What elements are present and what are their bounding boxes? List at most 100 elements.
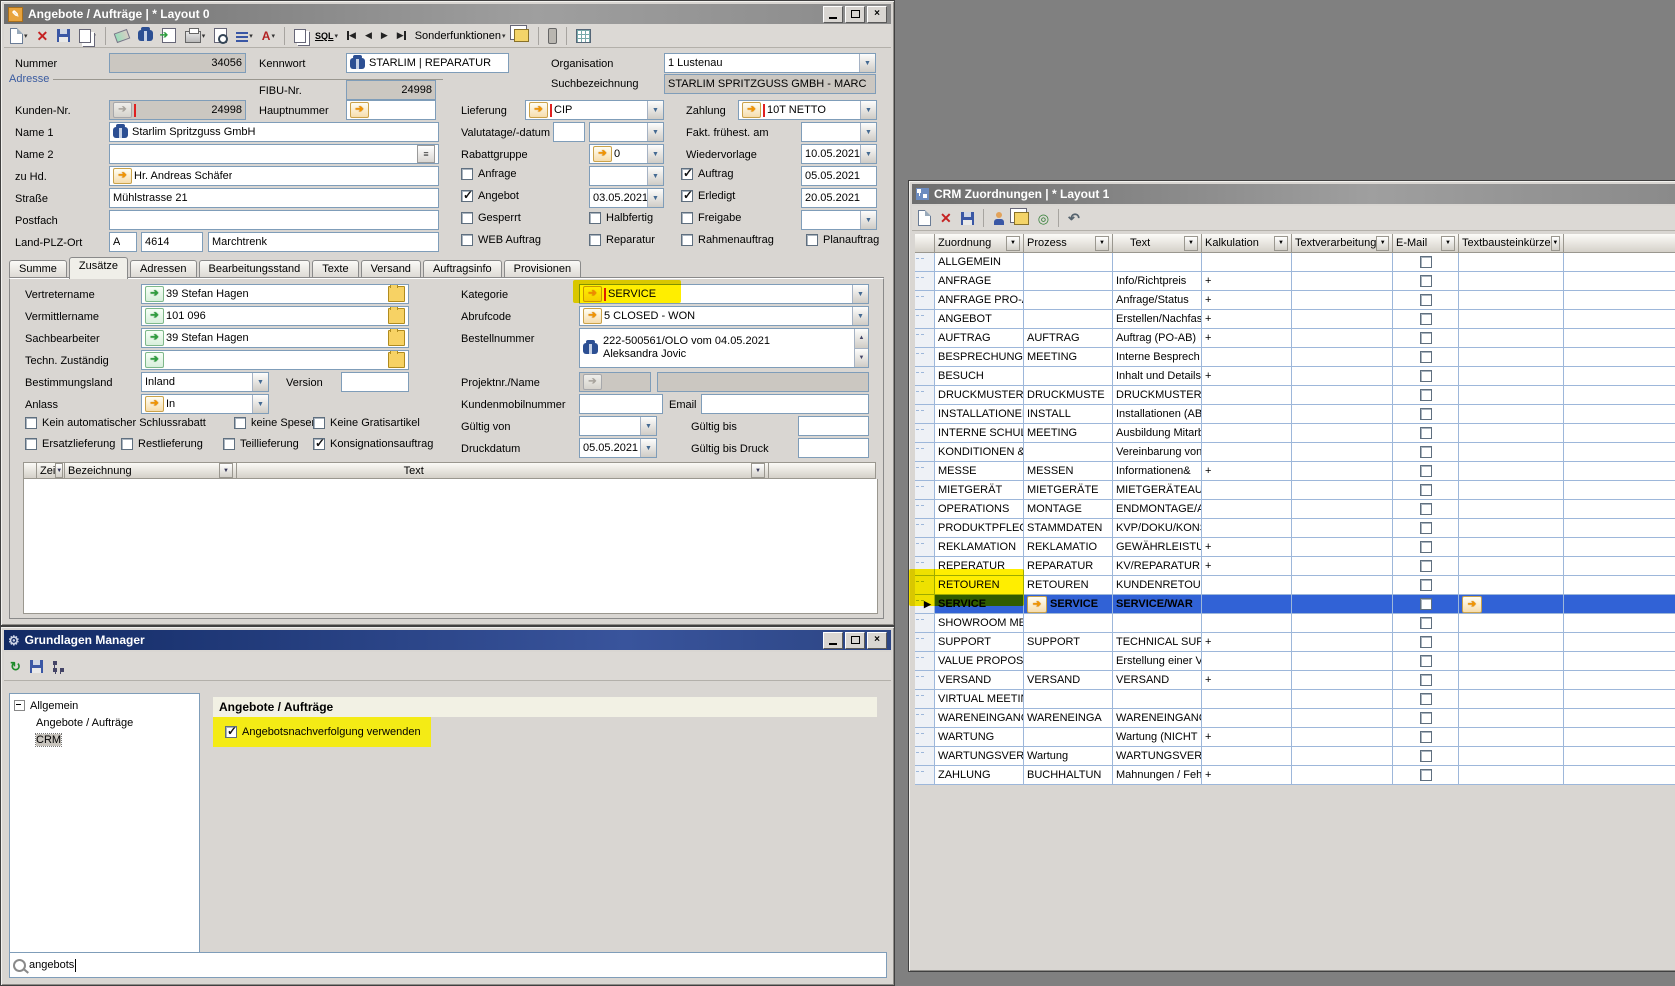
prozess-cell[interactable]: ➔MEETING	[1024, 424, 1113, 443]
email-cell[interactable]	[1393, 576, 1459, 595]
dropdown-icon[interactable]: ▼	[852, 307, 868, 325]
row-marker-cell[interactable]: ▶	[915, 405, 935, 424]
text-cell[interactable]	[1113, 614, 1202, 633]
zuordnung-cell[interactable]: MIETGERÄT	[935, 481, 1024, 500]
projektname-field[interactable]	[657, 372, 869, 392]
fakt-fruehest-field[interactable]: ▼	[801, 122, 877, 142]
table-row[interactable]: ▶ VIRTUAL MEETIN ➔ ➔	[915, 690, 1675, 709]
email-cell[interactable]	[1393, 348, 1459, 367]
kalkulation-cell[interactable]	[1202, 481, 1292, 500]
textverarbeitung-cell[interactable]	[1292, 690, 1393, 709]
header-prozess[interactable]: Prozess▼	[1024, 234, 1113, 253]
zuordnung-cell[interactable]: VALUE PROPOSIT	[935, 652, 1024, 671]
row-marker-cell[interactable]: ▶	[915, 766, 935, 785]
header-email[interactable]: E-Mail▼	[1393, 234, 1459, 253]
kundenmobilnummer-field[interactable]	[579, 394, 663, 414]
dropdown-icon[interactable]: ▼	[647, 189, 663, 207]
row-marker-cell[interactable]: ▶	[915, 671, 935, 690]
planauftrag-checkbox[interactable]	[806, 234, 818, 246]
dropdown-icon[interactable]: ▼	[860, 211, 876, 229]
kalkulation-cell[interactable]	[1202, 500, 1292, 519]
email-cell[interactable]	[1393, 291, 1459, 310]
kalkulation-cell[interactable]: +	[1202, 272, 1292, 291]
table-row[interactable]: ▶ BESPRECHUNG ➔MEETING Interne Besprech …	[915, 348, 1675, 367]
zuordnung-cell[interactable]: BESUCH	[935, 367, 1024, 386]
prozess-cell[interactable]: ➔MEETING	[1024, 348, 1113, 367]
prozess-cell[interactable]: ➔	[1024, 272, 1113, 291]
table-row[interactable]: ▶ SERVICE ➔SERVICE SERVICE/WAR ➔	[915, 595, 1675, 614]
web-auftrag-checkbox[interactable]	[461, 234, 473, 246]
phone-button[interactable]	[545, 25, 560, 47]
zuordnung-cell[interactable]: ANFRAGE	[935, 272, 1024, 291]
dropdown-icon[interactable]: ▼	[640, 439, 656, 457]
konsignationsauftrag-checkbox[interactable]	[313, 438, 325, 450]
dropdown-icon[interactable]: ▼	[640, 417, 656, 435]
target-button[interactable]: ◎	[1035, 209, 1052, 228]
text-cell[interactable]: Inhalt und Details	[1113, 367, 1202, 386]
header-textbausteinkuerzel[interactable]: Textbausteinkürze▼	[1459, 234, 1564, 253]
kalkulation-cell[interactable]	[1202, 747, 1292, 766]
table-row[interactable]: ▶ ALLGEMEIN ➔ ➔	[915, 253, 1675, 272]
table-row[interactable]: ▶ VERSAND ➔VERSAND VERSAND + ➔	[915, 671, 1675, 690]
prozess-cell[interactable]: ➔DRUCKMUSTE	[1024, 386, 1113, 405]
reparatur-checkbox[interactable]	[589, 234, 601, 246]
textverarbeitung-cell[interactable]	[1292, 310, 1393, 329]
lookup-arrow-icon[interactable]: ➔	[593, 146, 612, 162]
kalkulation-cell[interactable]	[1202, 690, 1292, 709]
maximize-button[interactable]	[845, 632, 865, 649]
table-row[interactable]: ▶ ANGEBOT ➔ Erstellen/Nachfas + ➔	[915, 310, 1675, 329]
email-checkbox[interactable]	[1420, 712, 1432, 724]
plz-field[interactable]: 4614	[141, 232, 203, 252]
row-marker-cell[interactable]: ▶	[915, 310, 935, 329]
prozess-cell[interactable]: ➔SUPPORT	[1024, 633, 1113, 652]
kalkulation-cell[interactable]: +	[1202, 633, 1292, 652]
email-cell[interactable]	[1393, 272, 1459, 291]
table-row[interactable]: ▶ AUFTRAG ➔AUFTRAG Auftrag (PO-AB) + ➔	[915, 329, 1675, 348]
text-cell[interactable]: Installationen (AB	[1113, 405, 1202, 424]
text-cell[interactable]: Auftrag (PO-AB)	[1113, 329, 1202, 348]
close-button[interactable]: ×	[867, 6, 887, 23]
textbaustein-cell[interactable]: ➔	[1459, 291, 1564, 310]
anlass-field[interactable]: ➔In▼	[141, 394, 269, 414]
textbaustein-cell[interactable]: ➔	[1459, 367, 1564, 386]
nummer-field[interactable]: 34056	[109, 53, 246, 73]
window-stack-button[interactable]	[511, 26, 532, 45]
dropdown-icon[interactable]: ▼	[252, 395, 268, 413]
tab[interactable]: Adressen	[130, 260, 196, 279]
kalkulation-cell[interactable]: +	[1202, 462, 1292, 481]
zuordnung-cell[interactable]: WARENEINGANG	[935, 709, 1024, 728]
zuordnung-cell[interactable]: REKLAMATION	[935, 538, 1024, 557]
textverarbeitung-cell[interactable]	[1292, 728, 1393, 747]
zuordnung-cell[interactable]: KONDITIONEN &	[935, 443, 1024, 462]
ort-field[interactable]: Marchtrenk	[208, 232, 439, 252]
textbaustein-cell[interactable]: ➔	[1459, 348, 1564, 367]
folder-icon[interactable]	[388, 352, 405, 368]
row-marker-cell[interactable]: ▶	[915, 481, 935, 500]
row-marker-cell[interactable]: ▶	[915, 614, 935, 633]
textverarbeitung-cell[interactable]	[1292, 253, 1393, 272]
email-cell[interactable]	[1393, 386, 1459, 405]
sachbearbeiter-field[interactable]: ➔39 Stefan Hagen	[141, 328, 409, 348]
titlebar-grundlagen[interactable]: ⚙ Grundlagen Manager ×	[4, 630, 891, 650]
prozess-cell[interactable]: ➔BUCHHALTUN	[1024, 766, 1113, 785]
text-cell[interactable]: KVP/DOKU/KONS	[1113, 519, 1202, 538]
table-row[interactable]: ▶ DRUCKMUSTER ➔DRUCKMUSTE DRUCKMUSTER [ …	[915, 386, 1675, 405]
textverarbeitung-cell[interactable]	[1292, 462, 1393, 481]
email-checkbox[interactable]	[1420, 446, 1432, 458]
text-cell[interactable]: DRUCKMUSTER [	[1113, 386, 1202, 405]
email-cell[interactable]	[1393, 310, 1459, 329]
email-checkbox[interactable]	[1420, 541, 1432, 553]
zuordnung-cell[interactable]: BESPRECHUNG	[935, 348, 1024, 367]
kategorie-field[interactable]: ➔SERVICE▼	[579, 284, 869, 304]
delete-button[interactable]: ✕	[937, 209, 955, 227]
settings-search-box[interactable]: angebots	[9, 952, 887, 978]
table-row[interactable]: ▶ WARTUNGSVERE ➔Wartung WARTUNGSVERE ➔	[915, 747, 1675, 766]
bestellnummer-field[interactable]: 222-500561/OLO vom 04.05.2021 Aleksandra…	[579, 328, 869, 368]
dropdown-icon[interactable]: ▼	[860, 101, 876, 119]
table-row[interactable]: ▶ WARENEINGANG ➔WARENEINGA WARENEINGANG …	[915, 709, 1675, 728]
zuordnung-cell[interactable]: MESSE	[935, 462, 1024, 481]
copy-button[interactable]	[1011, 209, 1032, 228]
dropdown-icon[interactable]: ▼	[252, 373, 268, 391]
zahlung-field[interactable]: ➔10T NETTO▼	[738, 100, 877, 120]
textbaustein-cell[interactable]: ➔	[1459, 500, 1564, 519]
